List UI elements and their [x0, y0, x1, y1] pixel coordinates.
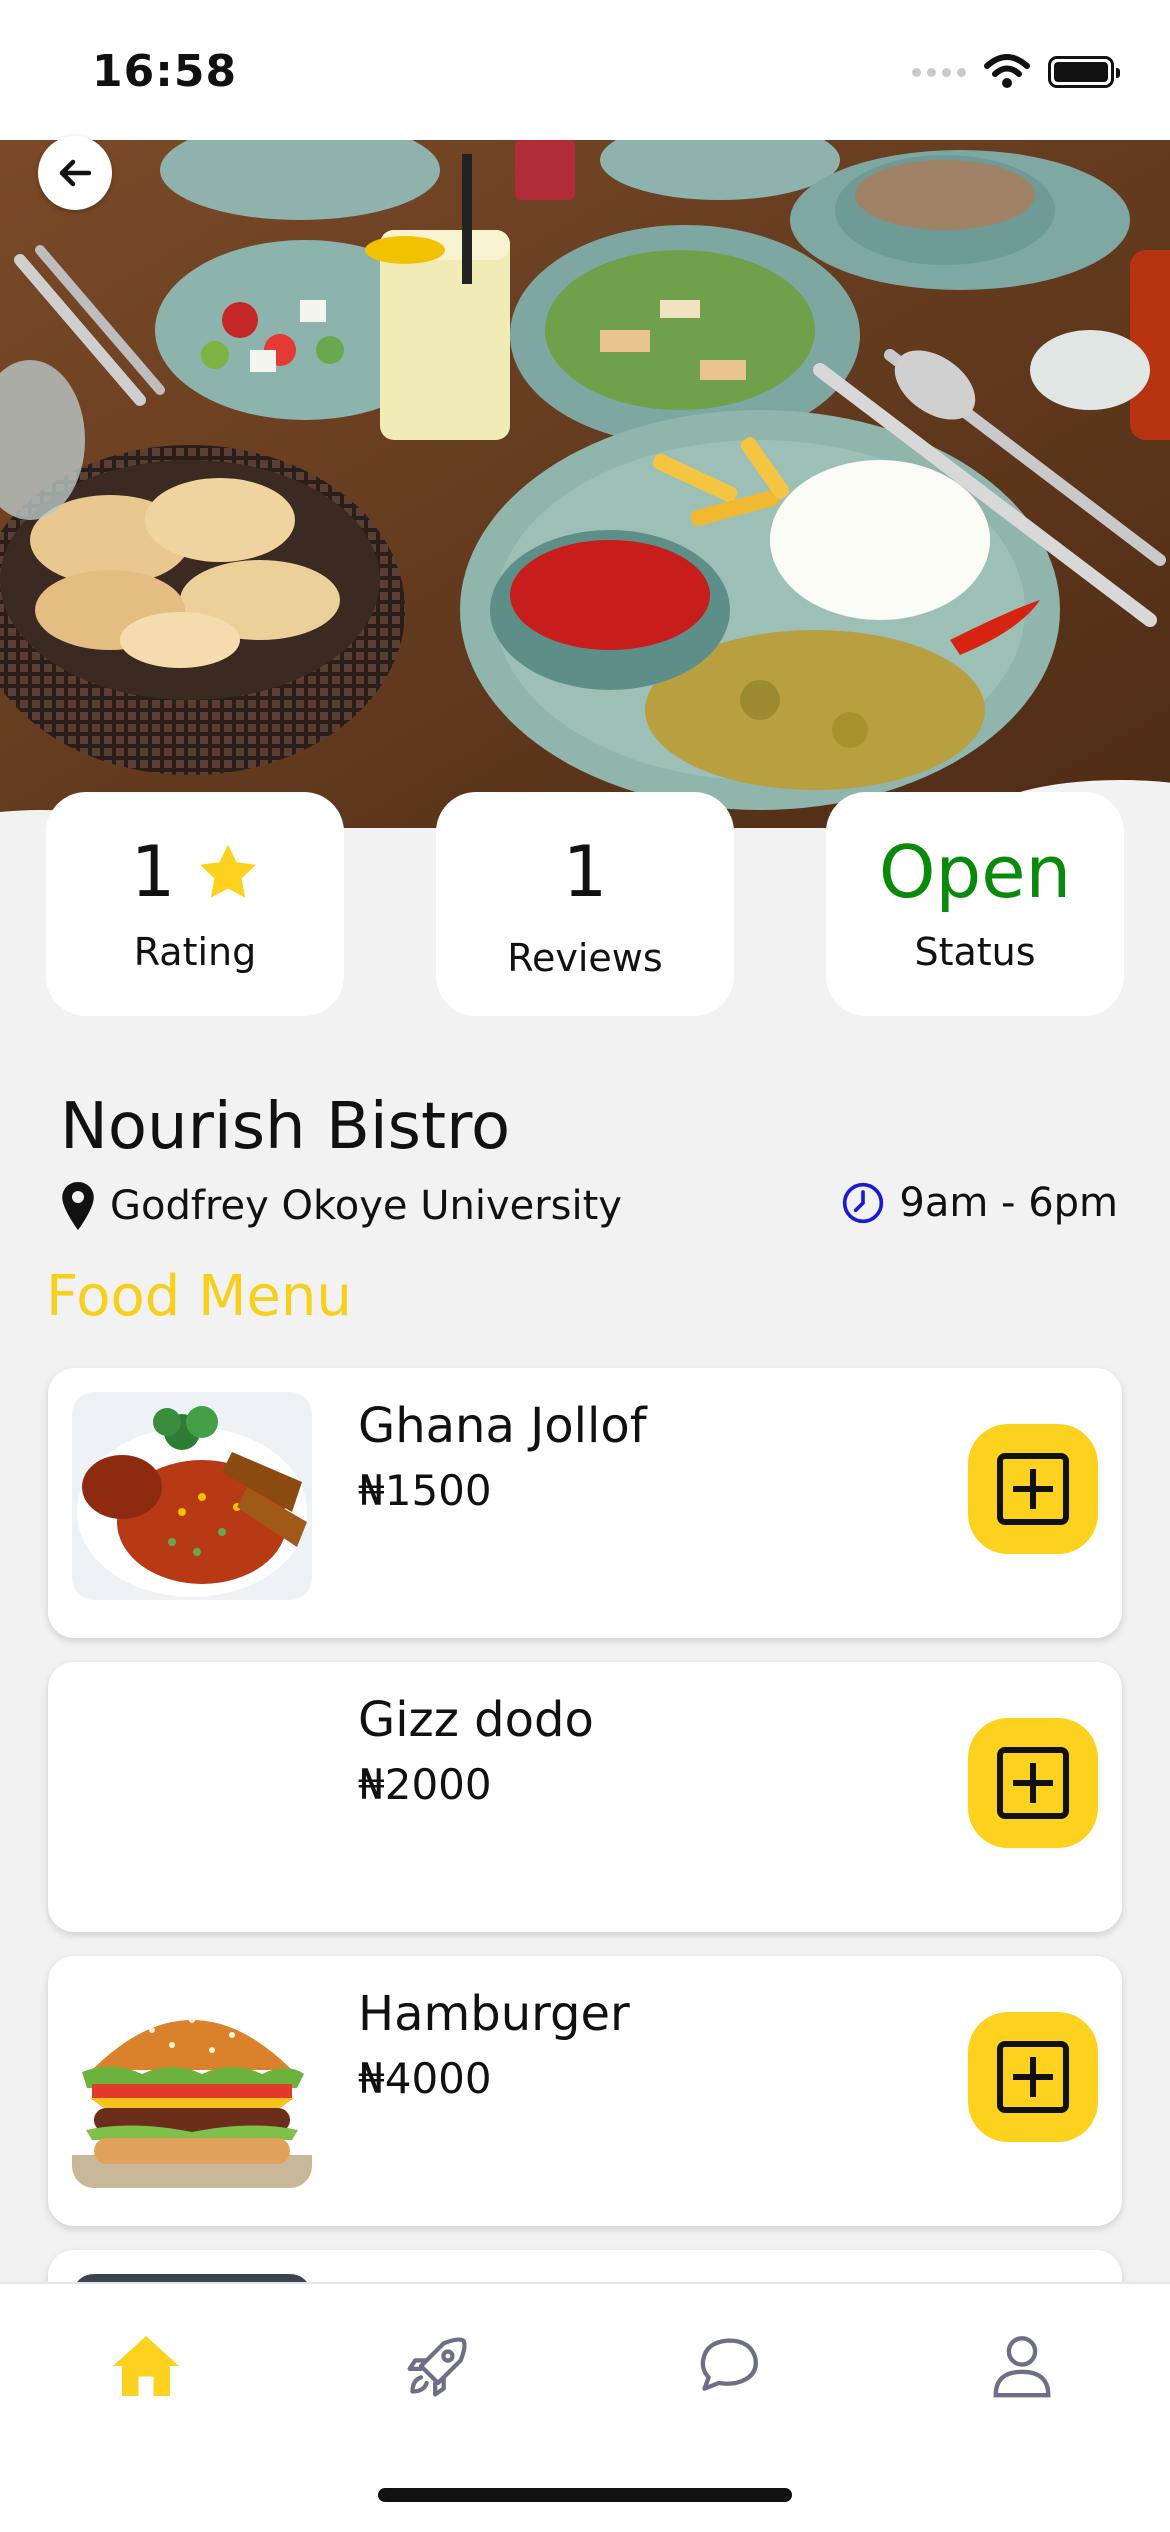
- status-time: 16:58: [92, 46, 238, 97]
- nav-messages[interactable]: [690, 2326, 770, 2406]
- rating-number: 1: [130, 831, 176, 913]
- star-icon: [200, 844, 257, 898]
- home-indicator[interactable]: [378, 2488, 792, 2502]
- map-pin-icon: [62, 1182, 94, 1230]
- rating-card: 1 Rating: [46, 792, 344, 1016]
- battery-icon: [1048, 56, 1120, 88]
- plus-square-icon: [997, 1453, 1069, 1525]
- wifi-icon: [984, 54, 1030, 88]
- menu-item-name: Hamburger: [358, 1986, 630, 2042]
- profile-icon: [993, 2336, 1051, 2398]
- reviews-card[interactable]: 1 Reviews: [436, 792, 734, 1016]
- add-to-cart-button[interactable]: [968, 1424, 1098, 1554]
- status-bar: 16:58: [0, 0, 1170, 140]
- status-value: Open: [878, 830, 1072, 914]
- status-icons: [912, 54, 1120, 90]
- add-to-cart-button[interactable]: [968, 2012, 1098, 2142]
- menu-item-price: ₦4000: [358, 2054, 492, 2103]
- nav-home[interactable]: [106, 2326, 186, 2406]
- menu-item-name: Ghana Jollof: [358, 1398, 647, 1454]
- rating-value: 1: [46, 832, 344, 912]
- plus-square-icon: [997, 2041, 1069, 2113]
- food-menu-heading: Food Menu: [46, 1264, 352, 1329]
- opening-hours: 9am - 6pm: [841, 1180, 1118, 1226]
- menu-item-price: ₦1500: [358, 1466, 492, 1515]
- menu-item-card[interactable]: Gizz dodo ₦2000: [48, 1662, 1122, 1932]
- nav-explore[interactable]: [398, 2326, 478, 2406]
- restaurant-location: Godfrey Okoye University: [60, 1180, 622, 1232]
- menu-item-card[interactable]: Hamburger ₦4000: [48, 1956, 1122, 2226]
- rocket-icon: [407, 2337, 467, 2397]
- restaurant-stats: 1 Rating 1 Reviews Open Status: [0, 792, 1170, 1016]
- hamburger-image: [72, 1980, 312, 2188]
- status-card: Open Status: [826, 792, 1124, 1016]
- back-button[interactable]: [38, 136, 112, 210]
- add-to-cart-button[interactable]: [968, 1718, 1098, 1848]
- clock-icon: [843, 1182, 884, 1224]
- plus-square-icon: [997, 1747, 1069, 1819]
- menu-item-price: ₦2000: [358, 1760, 492, 1809]
- reviews-value: 1: [562, 831, 608, 913]
- menu-item-card[interactable]: Ghana Jollof ₦1500: [48, 1368, 1122, 1638]
- arrow-left-icon: [59, 159, 92, 187]
- chat-icon: [700, 2338, 758, 2391]
- home-icon: [113, 2336, 179, 2396]
- menu-item-name: Gizz dodo: [358, 1692, 594, 1748]
- status-label: Status: [914, 930, 1036, 974]
- restaurant-hero-image: [0, 140, 1170, 828]
- nav-profile[interactable]: [982, 2326, 1062, 2406]
- location-text: Godfrey Okoye University: [110, 1183, 622, 1229]
- reviews-label: Reviews: [507, 936, 663, 980]
- cellular-signal-icon: [912, 67, 966, 77]
- rating-label: Rating: [133, 930, 257, 974]
- hours-text: 9am - 6pm: [899, 1180, 1118, 1226]
- restaurant-name: Nourish Bistro: [60, 1090, 511, 1164]
- gizz-dodo-image: [72, 1686, 312, 1894]
- jollof-image: [72, 1392, 312, 1600]
